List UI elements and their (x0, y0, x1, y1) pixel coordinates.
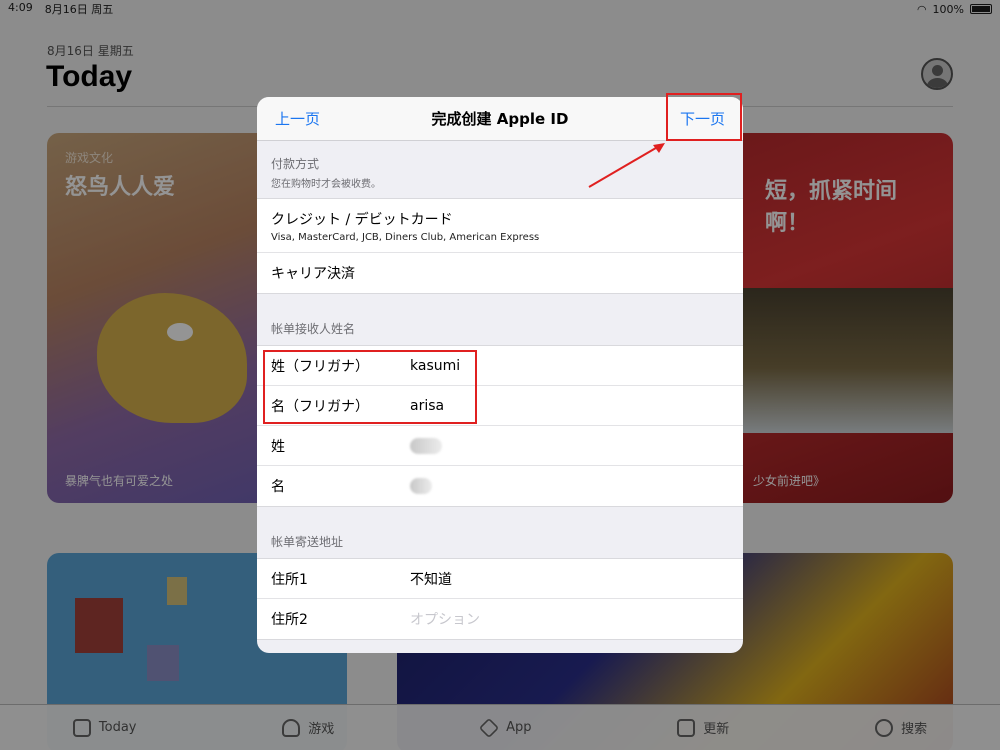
payment-options: クレジット / デビットカード Visa, MasterCard, JCB, D… (257, 198, 743, 294)
field-label: 住所2 (271, 612, 308, 628)
field-label: 住所1 (271, 571, 308, 588)
billing-address-section-header: 帐单寄送地址 (257, 507, 743, 558)
billing-address-header: 帐单寄送地址 (271, 535, 344, 549)
first-name-field[interactable]: 名 (257, 466, 743, 506)
battery-icon (970, 4, 992, 14)
annotation-box-kana-names (263, 350, 477, 424)
billing-name-section-header: 帐单接收人姓名 (257, 294, 743, 345)
redacted-value[interactable] (410, 437, 442, 454)
address2-field[interactable]: 住所2 オプション (257, 599, 743, 639)
status-date: 8月16日 周五 (44, 3, 114, 16)
payment-option-credit-card[interactable]: クレジット / デビットカード Visa, MasterCard, JCB, D… (257, 199, 743, 253)
billing-address-fields: 住所1 不知道 住所2 オプション (257, 558, 743, 640)
billing-name-header: 帐单接收人姓名 (271, 322, 356, 336)
wifi-icon: ◠ (916, 2, 927, 16)
field-value[interactable]: 不知道 (410, 569, 452, 589)
annotation-arrow-icon (588, 143, 665, 188)
annotation-box-next (666, 93, 742, 141)
redacted-value[interactable] (410, 478, 432, 494)
field-placeholder[interactable]: オプション (410, 609, 480, 629)
payment-option-carrier[interactable]: キャリア決済 (257, 253, 743, 293)
status-bar: 4:09 8月16日 周五 ◠ 100% (0, 0, 1000, 18)
payment-option-title: キャリア決済 (271, 266, 355, 282)
last-name-field[interactable]: 姓 (257, 426, 743, 466)
payment-option-detail: Visa, MasterCard, JCB, Diners Club, Amer… (271, 231, 540, 243)
battery-percent: 100% (932, 2, 964, 16)
payment-option-title: クレジット / デビットカード (271, 211, 453, 228)
field-label: 名 (271, 479, 285, 495)
previous-page-button[interactable]: 上一页 (275, 108, 320, 129)
status-time: 4:09 (8, 1, 33, 14)
field-label: 姓 (271, 438, 285, 455)
address1-field[interactable]: 住所1 不知道 (257, 559, 743, 599)
